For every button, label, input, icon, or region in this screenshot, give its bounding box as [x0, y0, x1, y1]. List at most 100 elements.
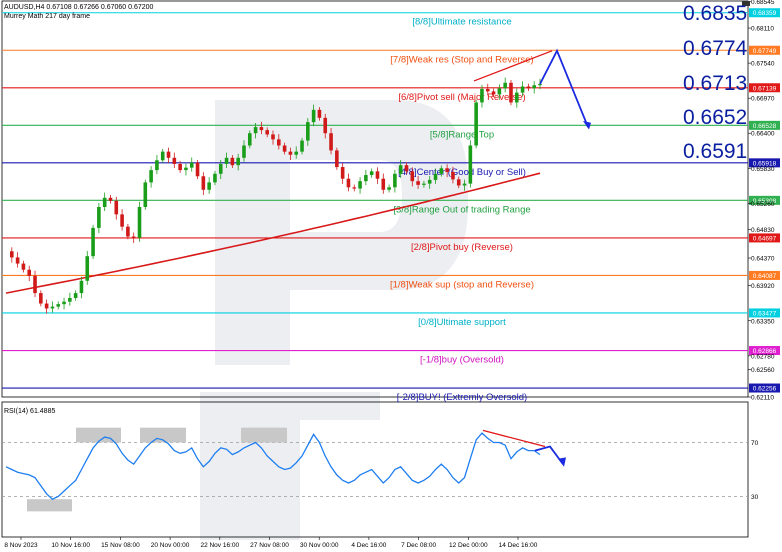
indicator-header: Murrey Math 217 day frame: [4, 13, 90, 20]
candle-body: [27, 269, 32, 276]
candle-body: [497, 88, 502, 95]
candle-body: [398, 165, 403, 174]
candle-body: [102, 197, 107, 207]
candle-body: [155, 160, 159, 171]
time-tick-label: 15 Nov 08:00: [101, 542, 140, 549]
candle-body: [306, 122, 310, 141]
candle-body: [195, 162, 200, 177]
price-tick-label: 0.66400: [751, 131, 775, 138]
candle-body: [15, 257, 20, 264]
price-tick-label: 0.63350: [751, 318, 775, 325]
candle-body: [294, 151, 299, 155]
candle-body: [491, 91, 496, 95]
rsi-panel-frame: [1, 401, 749, 538]
candle-body: [393, 173, 397, 188]
candle-body: [33, 275, 37, 294]
candle-body: [538, 84, 542, 86]
murrey-label: [8/8]Ultimate resistance: [412, 17, 511, 28]
candle-body: [265, 130, 269, 135]
candle-body: [416, 181, 420, 185]
big-level-label: 0.6774: [683, 37, 748, 60]
candle-body: [410, 171, 415, 182]
candle-body: [172, 157, 177, 164]
time-tick-label: 4 Dec 16:00: [351, 542, 386, 549]
candle-body: [73, 293, 78, 298]
candle-body: [79, 280, 84, 294]
price-tick-label: 0.62780: [751, 353, 775, 360]
time-tick-label: 14 Dec 16:00: [499, 542, 538, 549]
time-tick-label: 8 Nov 2023: [4, 542, 38, 549]
big-level-label: 0.6835: [683, 2, 748, 25]
rsi-panel: [2, 427, 748, 512]
rsi-forecast-arrowhead: [558, 457, 566, 467]
candle-body: [503, 82, 507, 89]
forex-chart: [8/8]Ultimate resistance 0.68359 [7/8]Weak…: [1, 0, 780, 549]
murrey-label: [-2/8]BUY! (Extremly Oversold): [397, 392, 527, 403]
price-tick-label: 0.67540: [751, 61, 775, 68]
candle-body: [439, 168, 444, 174]
candle-body: [230, 157, 235, 166]
price-tag-label: 0.63477: [753, 310, 777, 317]
murrey-label: [7/8]Weak res (Stop and Reverse): [390, 54, 533, 65]
symbol-header: AUDUSD,H4 0.67108 0.67266 0.67060 0.6720…: [4, 4, 154, 11]
forecast-path: [539, 48, 589, 128]
candle-body: [329, 133, 333, 151]
rsi-forecast-path: [534, 445, 564, 465]
candle-body: [300, 140, 304, 152]
price-tag-label: 0.66528: [753, 123, 777, 130]
candle-body: [277, 139, 281, 146]
price-tag-label: 0.67139: [753, 85, 777, 92]
candle-body: [108, 197, 113, 201]
candle-body: [288, 151, 293, 155]
big-level-label: 0.6652: [683, 106, 748, 129]
time-tick-label: 30 Nov 00:00: [300, 542, 339, 549]
candle-body: [213, 173, 217, 183]
candle-body: [97, 206, 101, 228]
candle-body: [468, 145, 473, 184]
rsi-tick-label: 30: [751, 494, 759, 501]
candle-body: [520, 86, 525, 93]
candle-body: [387, 187, 391, 190]
overbought-zone: [76, 427, 121, 443]
oversold-zone: [27, 499, 72, 512]
candle-body: [160, 151, 165, 161]
candle-body: [451, 171, 455, 180]
candle-body: [247, 133, 252, 146]
murrey-label: [6/8]Pivot sell (Major Reverse): [398, 92, 525, 103]
candle-body: [120, 214, 124, 227]
candle-body: [526, 86, 531, 89]
candle-body: [433, 173, 438, 180]
price-tick-label: 0.68110: [751, 26, 774, 33]
big-level-label: 0.6713: [683, 72, 748, 95]
candle-body: [91, 227, 95, 257]
candle-body: [39, 293, 43, 304]
candle-body: [340, 167, 345, 179]
candle-body: [427, 179, 432, 184]
candle-body: [375, 171, 380, 179]
price-tick-label: 0.65260: [751, 201, 775, 208]
candle-body: [56, 304, 61, 307]
candle-body: [456, 179, 461, 186]
candle-body: [335, 150, 339, 168]
time-tick-label: 12 Dec 00:00: [449, 542, 488, 549]
candle-body: [178, 163, 182, 171]
candle-body: [253, 127, 258, 134]
candle-body: [44, 303, 49, 309]
price-tick-label: 0.66970: [751, 96, 775, 103]
candle-body: [259, 127, 264, 131]
candle-body: [323, 117, 328, 134]
candle-body: [10, 251, 14, 258]
time-tick-label: 10 Nov 16:00: [51, 542, 90, 549]
candle-body: [369, 171, 374, 176]
time-tick-label: 27 Nov 08:00: [250, 542, 289, 549]
candle-body: [50, 306, 55, 309]
rsi-trendline: [482, 429, 546, 448]
logo-mark: [200, 392, 380, 540]
candle-body: [114, 200, 119, 215]
price-tick-label: 0.64370: [751, 256, 775, 263]
candle-body: [480, 88, 484, 103]
candle-body: [149, 170, 153, 183]
price-tag-label: 0.64087: [753, 273, 777, 280]
candle-body: [224, 157, 229, 164]
main-panel-frame: [1, 0, 749, 398]
